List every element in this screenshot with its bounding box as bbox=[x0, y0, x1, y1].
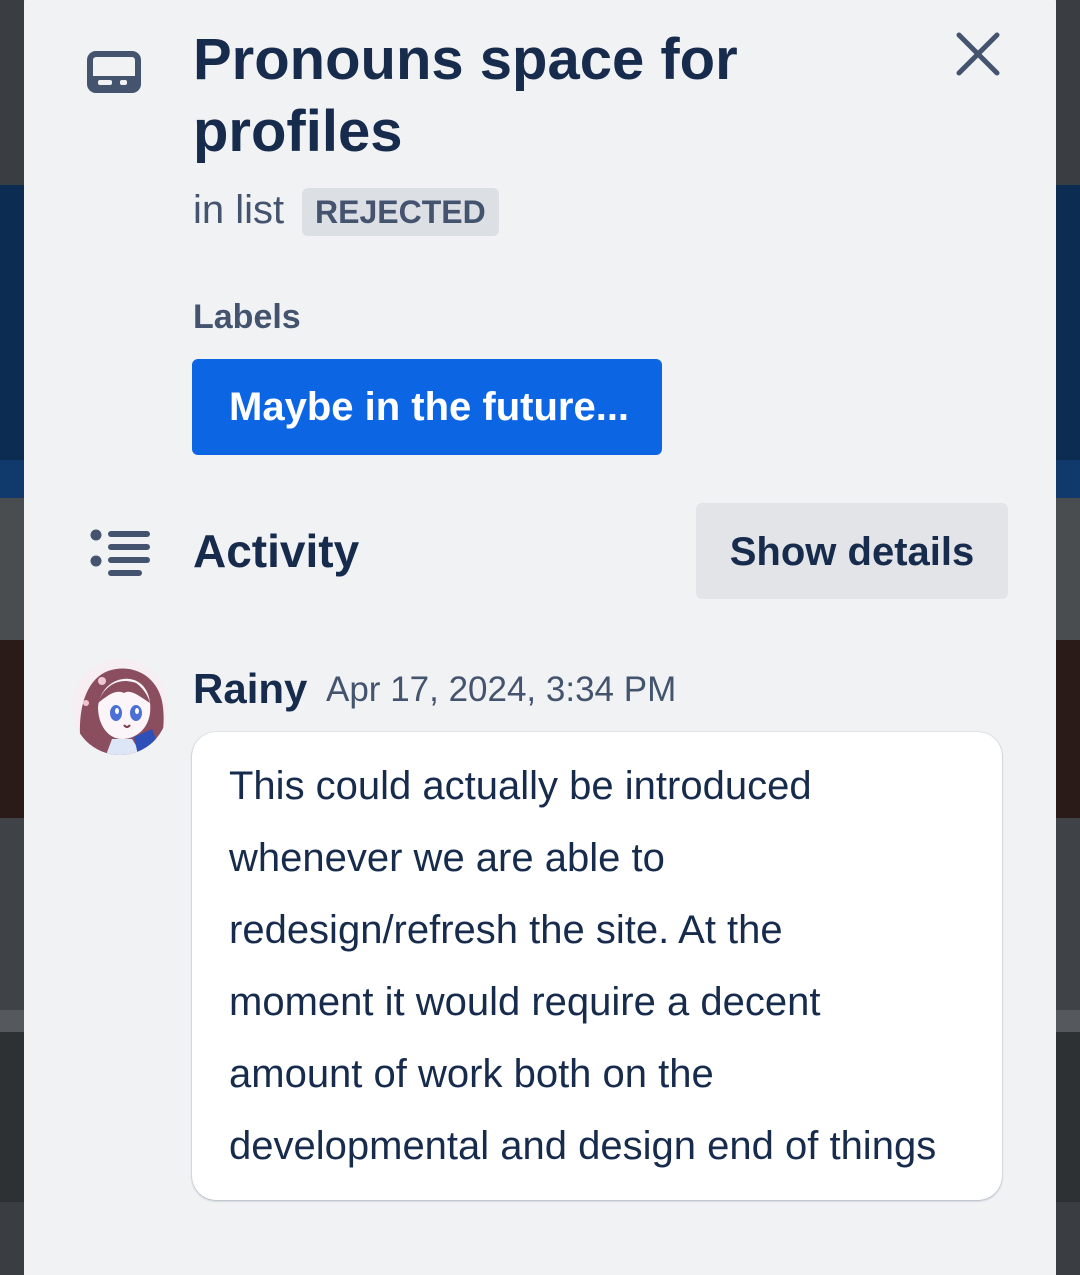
user-avatar[interactable] bbox=[72, 659, 168, 755]
activity-list-icon bbox=[90, 529, 150, 576]
card-icon bbox=[87, 51, 141, 93]
list-name-badge[interactable]: REJECTED bbox=[302, 188, 499, 236]
comment-text: This could actually be introduced whenev… bbox=[229, 764, 937, 1168]
labels-heading: Labels bbox=[193, 298, 301, 336]
card-title[interactable]: Pronouns space for profiles bbox=[193, 24, 843, 168]
comment-timestamp[interactable]: Apr 17, 2024, 3:34 PM bbox=[326, 667, 676, 713]
activity-heading: Activity bbox=[193, 525, 360, 577]
comment-bubble: This could actually be introduced whenev… bbox=[192, 732, 1002, 1200]
show-details-button[interactable]: Show details bbox=[696, 503, 1008, 599]
label-chip[interactable]: Maybe in the future... bbox=[192, 359, 662, 455]
avatar-illustration bbox=[72, 659, 168, 755]
in-list-prefix: in list bbox=[193, 188, 285, 232]
close-icon[interactable] bbox=[950, 26, 1006, 82]
comment-author[interactable]: Rainy bbox=[193, 662, 307, 716]
